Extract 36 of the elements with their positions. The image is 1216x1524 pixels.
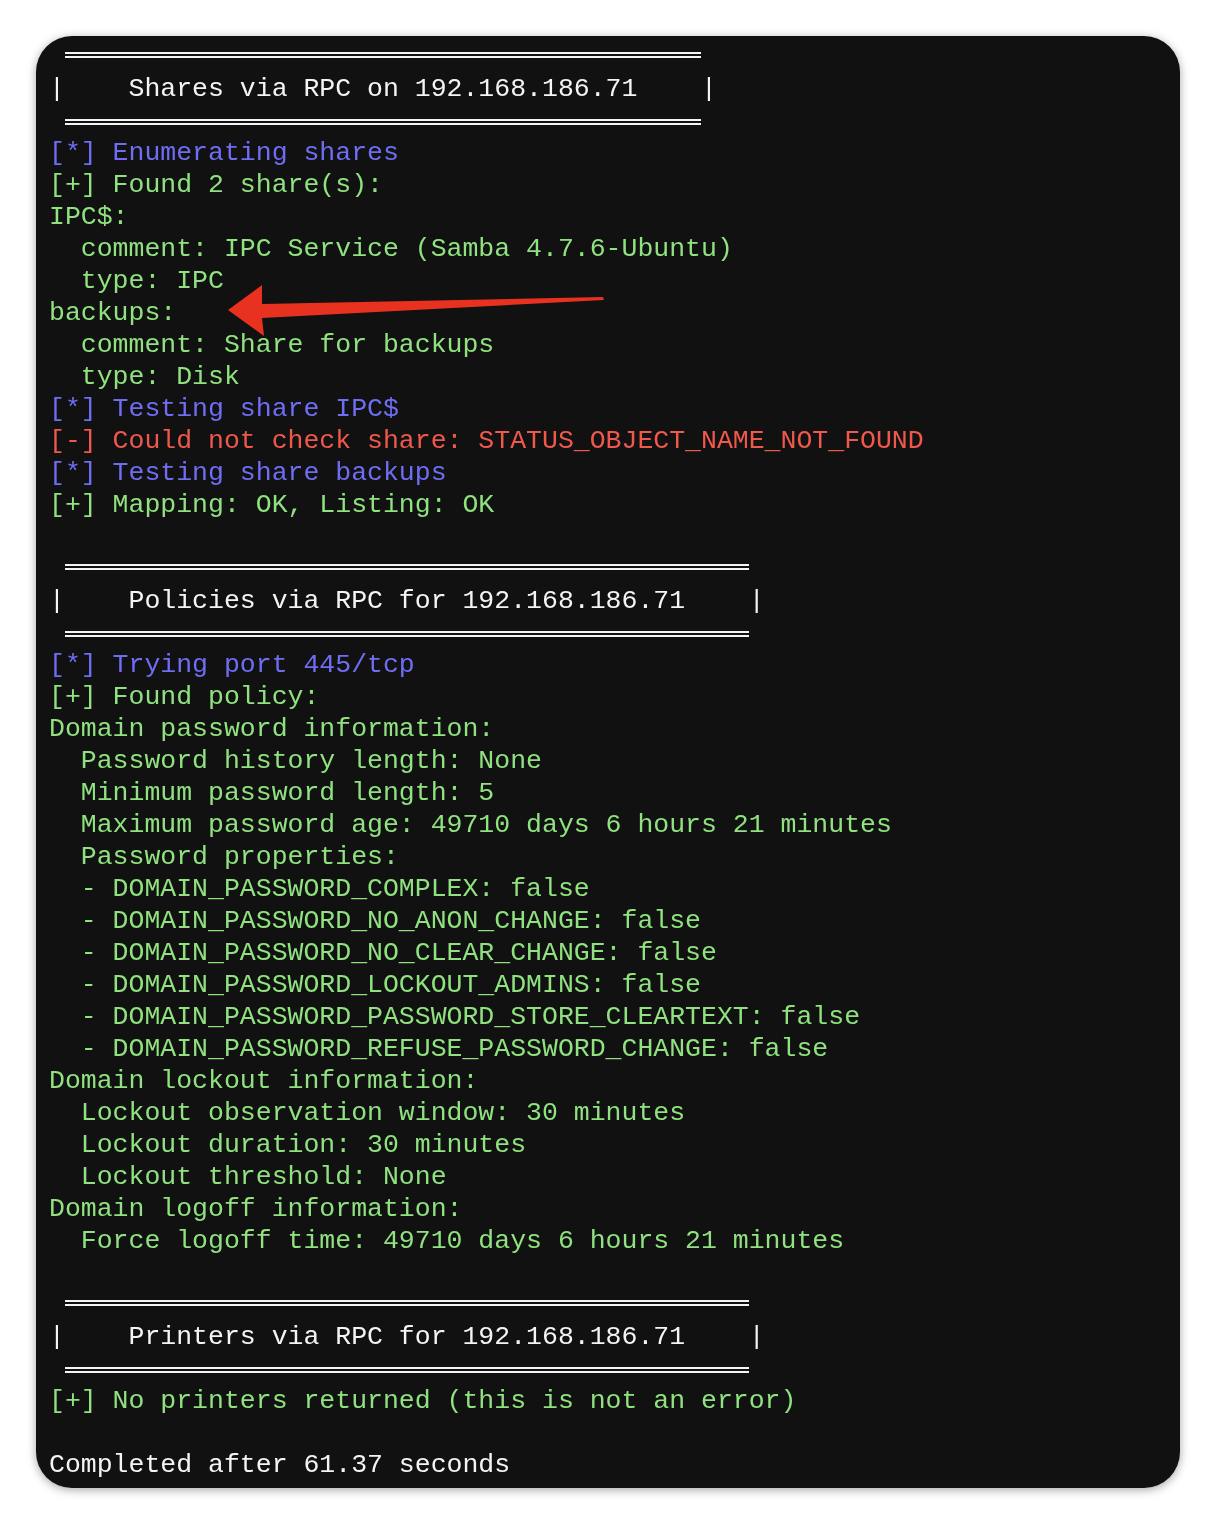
terminal-line: Lockout observation window: 30 minutes bbox=[79, 1097, 686, 1129]
terminal-line: Domain lockout information: bbox=[49, 1065, 479, 1097]
terminal-line: - DOMAIN_PASSWORD_PASSWORD_STORE_CLEARTEXT: false bbox=[79, 1001, 861, 1033]
terminal-line: - DOMAIN_PASSWORD_COMPLEX: false bbox=[79, 873, 590, 905]
terminal-line: IPC$: bbox=[49, 201, 129, 233]
terminal-line: Completed after 61.37 seconds bbox=[49, 1449, 511, 1481]
terminal-line: Password properties: bbox=[79, 841, 399, 873]
terminal-line: Force logoff time: 49710 days 6 hours 21 minutes bbox=[79, 1225, 845, 1257]
terminal-line: [*] Testing share backups bbox=[49, 457, 447, 489]
terminal-line: Domain logoff information: bbox=[49, 1193, 463, 1225]
terminal-line: - DOMAIN_PASSWORD_REFUSE_PASSWORD_CHANGE: false bbox=[79, 1033, 829, 1065]
terminal-line: [+] No printers returned (this is not an error) bbox=[49, 1385, 797, 1417]
terminal-line: backups: bbox=[49, 297, 177, 329]
terminal-line: Domain password information: bbox=[49, 713, 495, 745]
banner-title: | Printers via RPC for 192.168.186.71 | bbox=[49, 1321, 765, 1353]
terminal-line: Lockout duration: 30 minutes bbox=[79, 1129, 527, 1161]
banner-title: | Policies via RPC for 192.168.186.71 | bbox=[49, 585, 765, 617]
terminal-line: [*] Testing share IPC$ bbox=[49, 393, 399, 425]
terminal-line: Maximum password age: 49710 days 6 hours 21 minutes bbox=[79, 809, 892, 841]
terminal-line: - DOMAIN_PASSWORD_NO_ANON_CHANGE: false bbox=[79, 905, 701, 937]
terminal-line: Lockout threshold: None bbox=[79, 1161, 447, 1193]
terminal-line: [+] Mapping: OK, Listing: OK bbox=[49, 489, 495, 521]
terminal-line: [*] Enumerating shares bbox=[49, 137, 399, 169]
terminal-line: [-] Could not check share: STATUS_OBJECT_NAME_NOT_FOUND bbox=[49, 425, 924, 457]
terminal-line: [*] Trying port 445/tcp bbox=[49, 649, 415, 681]
terminal-line: Minimum password length: 5 bbox=[79, 777, 495, 809]
terminal-line: [+] Found policy: bbox=[49, 681, 320, 713]
terminal-line: type: IPC bbox=[79, 265, 224, 297]
terminal-line: type: Disk bbox=[79, 361, 240, 393]
banner-title: | Shares via RPC on 192.168.186.71 | bbox=[49, 73, 717, 105]
terminal-line: - DOMAIN_PASSWORD_LOCKOUT_ADMINS: false bbox=[79, 969, 701, 1001]
terminal-line: comment: IPC Service (Samba 4.7.6-Ubuntu) bbox=[79, 233, 733, 265]
terminal-line: - DOMAIN_PASSWORD_NO_CLEAR_CHANGE: false bbox=[79, 937, 717, 969]
terminal-line: comment: Share for backups bbox=[79, 329, 495, 361]
terminal-line: [+] Found 2 share(s): bbox=[49, 169, 383, 201]
terminal-line: Password history length: None bbox=[79, 745, 542, 777]
